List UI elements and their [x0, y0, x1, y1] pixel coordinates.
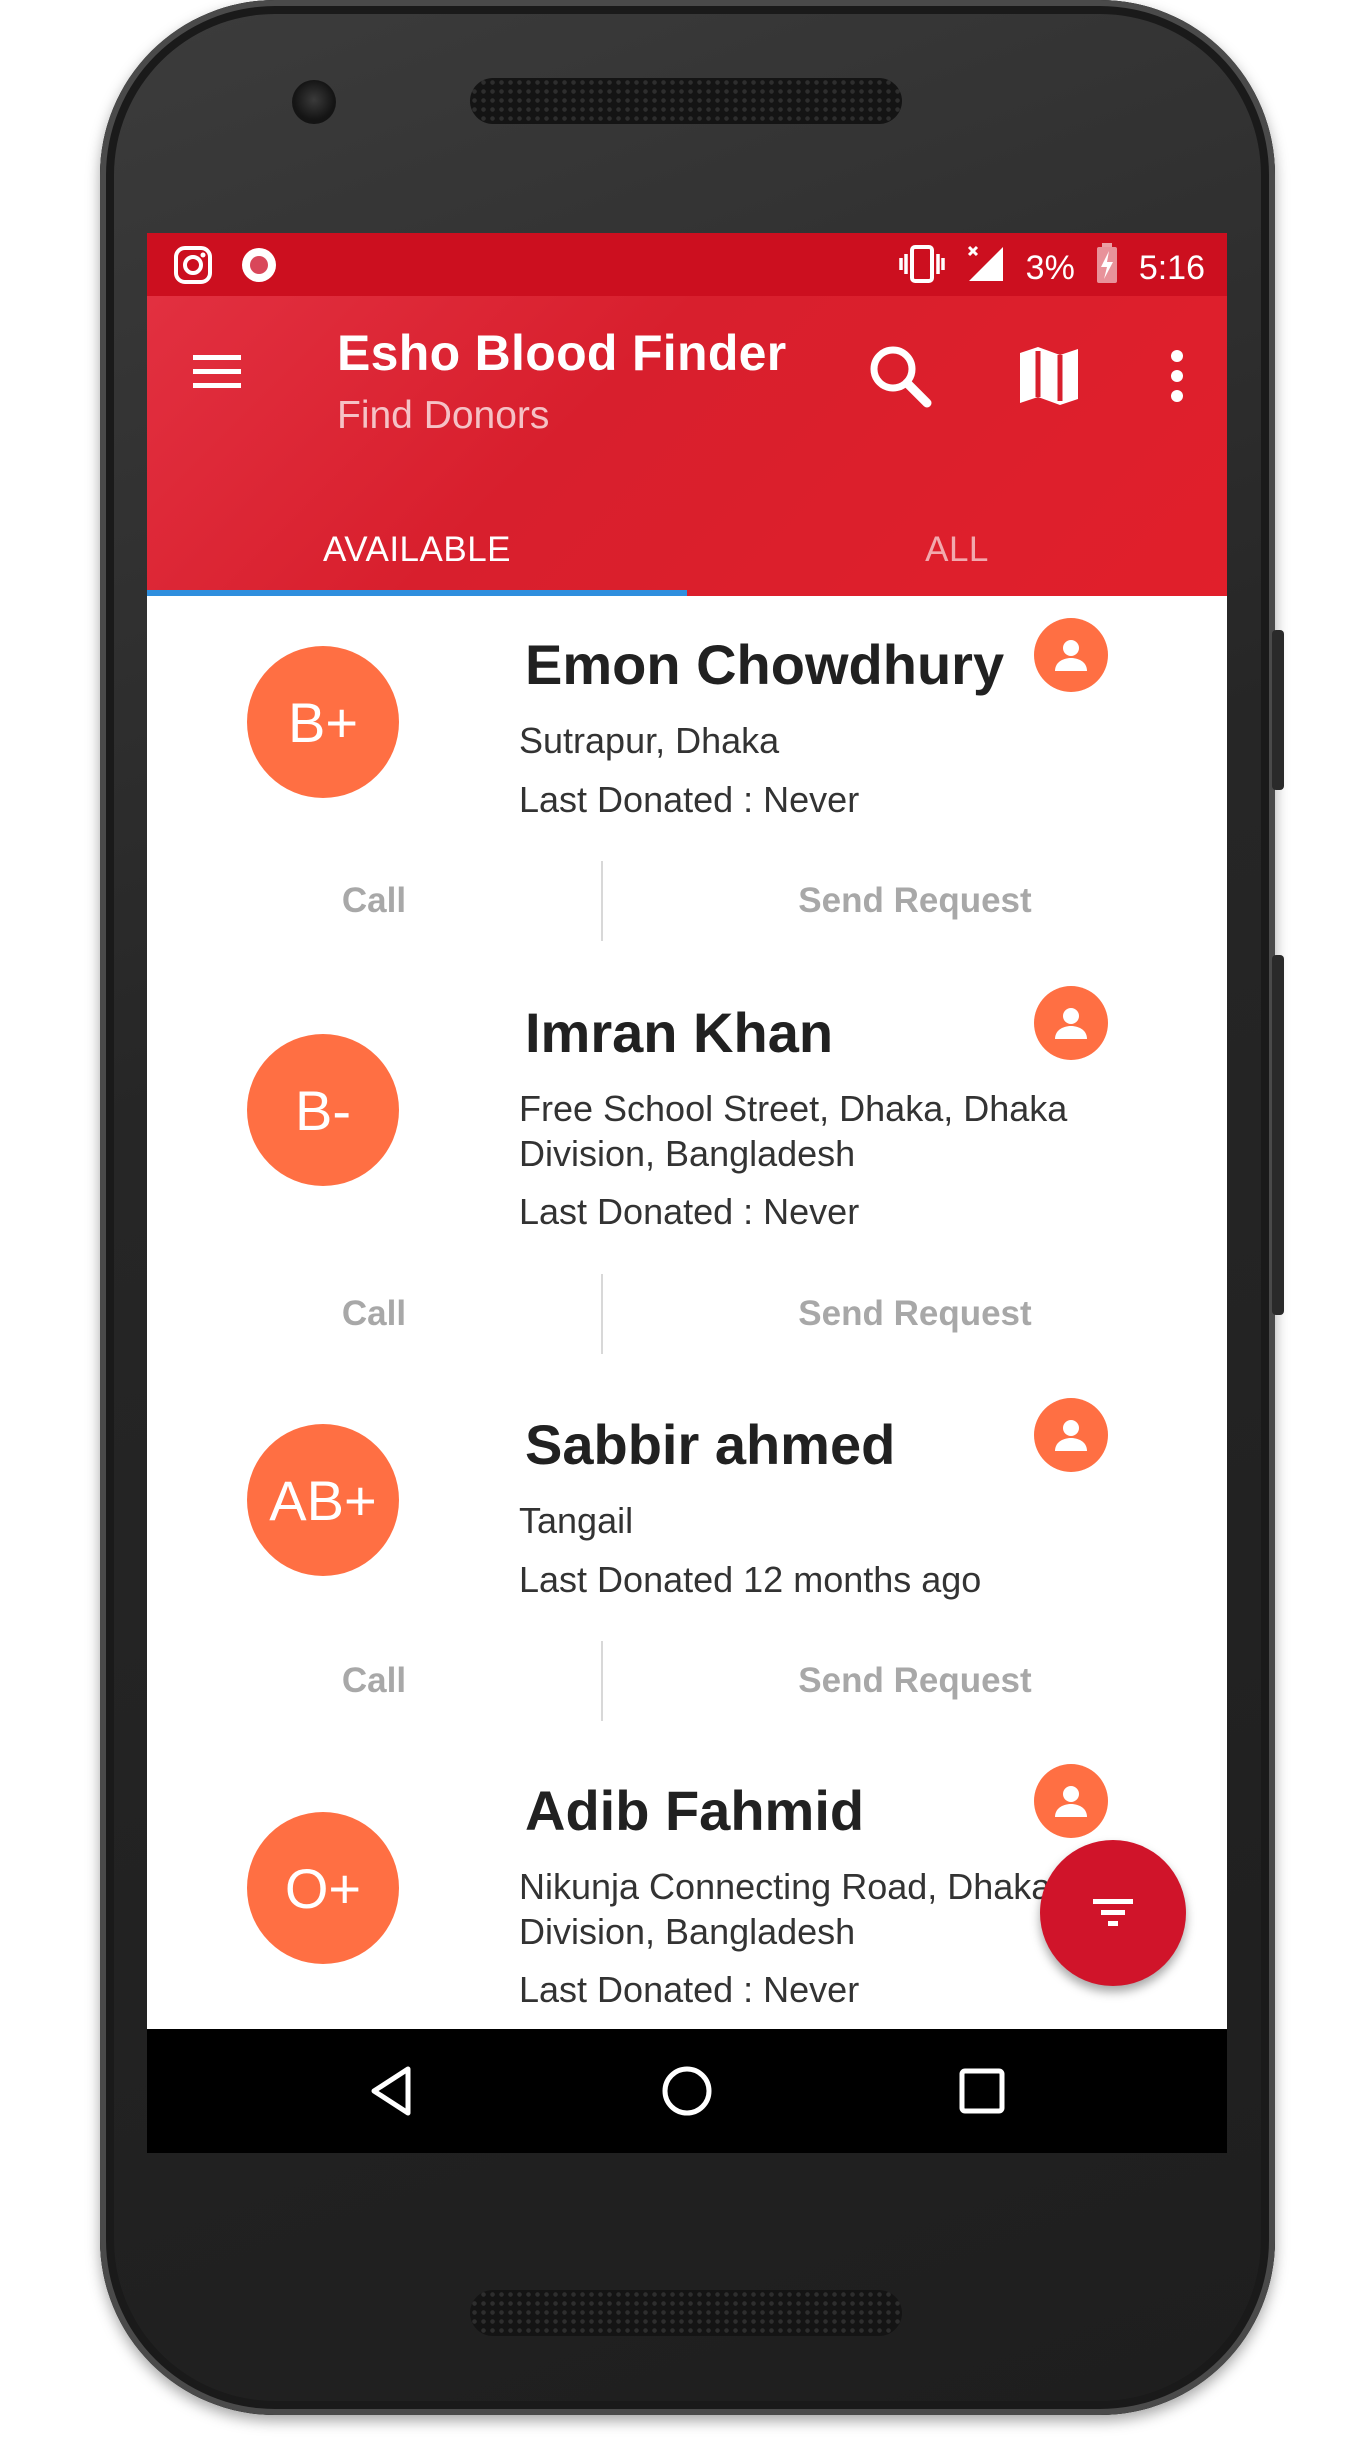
home-button[interactable]: [647, 2051, 727, 2131]
search-button[interactable]: [860, 336, 940, 416]
front-camera: [292, 80, 336, 124]
clock: 5:16: [1138, 249, 1205, 287]
map-button[interactable]: [1009, 336, 1089, 416]
screen: 3% 5:16 Esho Blood Finder Find Donors AV…: [147, 233, 1227, 2153]
navigation-bar: [147, 2029, 1227, 2153]
last-donated: Last Donated : Never: [519, 779, 860, 820]
send-request-button[interactable]: Send Request: [603, 1274, 1227, 1354]
tab-available[interactable]: AVAILABLE: [147, 504, 687, 596]
person-icon: [1055, 640, 1087, 671]
signal-icon: [966, 244, 1006, 293]
donor-card[interactable]: B+ Emon Chowdhury Sutrapur, Dhaka Last D…: [147, 596, 1227, 966]
square-recents-icon: [959, 2068, 1005, 2114]
status-bar: 3% 5:16: [147, 233, 1227, 296]
back-button[interactable]: [352, 2051, 432, 2131]
blood-group-badge: B+: [247, 646, 399, 798]
card-actions: Call Send Request: [147, 1274, 1227, 1354]
last-donated: Last Donated : Never: [519, 1969, 860, 2010]
search-icon: [870, 346, 932, 408]
app-title: Esho Blood Finder: [337, 325, 787, 381]
blood-group-badge: O+: [247, 1812, 399, 1964]
person-icon: [1055, 1786, 1087, 1817]
donor-list: B+ Emon Chowdhury Sutrapur, Dhaka Last D…: [147, 596, 1227, 2036]
hamburger-icon: [193, 355, 241, 388]
recents-button[interactable]: [942, 2051, 1022, 2131]
donor-card[interactable]: B- Imran Khan Free School Street, Dhaka,…: [147, 964, 1227, 1378]
top-speaker-grille: [470, 78, 902, 124]
donor-location: Sutrapur, Dhaka: [519, 720, 780, 761]
profile-button[interactable]: [1034, 1398, 1108, 1472]
circle-home-icon: [662, 2066, 712, 2116]
overflow-menu-button[interactable]: [1147, 336, 1207, 416]
bottom-speaker-grille: [470, 2290, 902, 2336]
map-icon: [1020, 347, 1078, 405]
tab-all[interactable]: ALL: [687, 504, 1227, 596]
filter-icon: [1093, 1899, 1133, 1926]
volume-button: [1272, 955, 1284, 1315]
app-bar: Esho Blood Finder Find Donors AVAILABLE …: [147, 296, 1227, 596]
blood-group-badge: AB+: [247, 1424, 399, 1576]
filter-fab[interactable]: [1040, 1840, 1186, 1986]
donor-name: Sabbir ahmed: [525, 1413, 896, 1476]
battery-charging-icon: [1095, 243, 1119, 294]
profile-button[interactable]: [1034, 618, 1108, 692]
menu-button[interactable]: [187, 341, 257, 401]
card-actions: Call Send Request: [147, 861, 1227, 941]
send-request-button[interactable]: Send Request: [603, 1641, 1227, 1721]
person-icon: [1055, 1008, 1087, 1039]
donor-name: Imran Khan: [525, 1001, 834, 1064]
power-button: [1272, 630, 1284, 790]
app-subtitle: Find Donors: [337, 394, 550, 437]
card-actions: Call Send Request: [147, 1641, 1227, 1721]
more-vert-icon: [1171, 350, 1183, 402]
donor-name: Adib Fahmid: [525, 1779, 865, 1842]
donor-name: Emon Chowdhury: [525, 633, 1005, 696]
donor-location: Free School Street, Dhaka, Dhaka Divisio…: [519, 1088, 1068, 1174]
call-button[interactable]: Call: [147, 861, 601, 941]
donor-location: Tangail: [519, 1500, 634, 1541]
call-button[interactable]: Call: [147, 1641, 601, 1721]
battery-percent: 3%: [1025, 249, 1075, 287]
donor-card[interactable]: AB+ Sabbir ahmed Tangail Last Donated 12…: [147, 1376, 1227, 1744]
person-icon: [1055, 1420, 1087, 1451]
last-donated: Last Donated : Never: [519, 1191, 860, 1232]
send-request-button[interactable]: Send Request: [603, 861, 1227, 941]
last-donated: Last Donated 12 months ago: [519, 1559, 982, 1600]
blood-group-badge: B-: [247, 1034, 399, 1186]
instagram-icon: [173, 245, 213, 290]
triangle-back-icon: [371, 2066, 411, 2116]
tab-bar: AVAILABLE ALL: [147, 504, 1227, 596]
profile-button[interactable]: [1034, 1764, 1108, 1838]
vibrate-icon: [898, 244, 946, 293]
profile-button[interactable]: [1034, 986, 1108, 1060]
call-button[interactable]: Call: [147, 1274, 601, 1354]
donor-location: Nikunja Connecting Road, Dhaka Division,…: [519, 1866, 1052, 1952]
recording-icon: [239, 245, 279, 290]
